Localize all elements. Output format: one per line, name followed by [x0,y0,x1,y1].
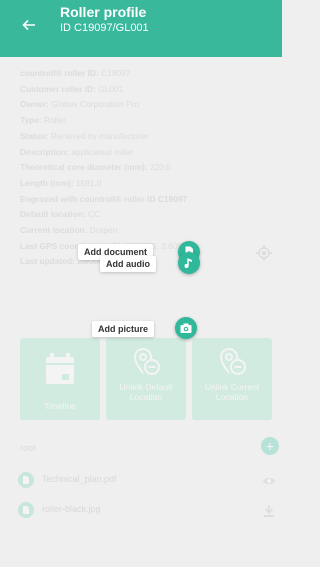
download-icon[interactable] [262,504,276,517]
detail-value: Globex Corporation Pro [51,99,140,110]
detail-value: 220.0 [149,162,171,173]
detail-value: Dorpen [89,225,118,236]
detail-label: Status: [20,130,49,141]
detail-row: Engraved with countroll® roller ID C1909… [20,192,260,208]
camera-icon[interactable] [175,317,197,339]
detail-row: Status: Received by manufacturer [20,129,260,145]
detail-value: Roller [44,115,66,126]
detail-value: 1581.0 [75,177,102,188]
detail-row: Owner: Globex Corporation Pro [20,97,260,113]
file-item[interactable]: Technical_plan.pdf [18,470,280,490]
detail-label: Length (mm): [20,177,74,188]
add-audio-label[interactable]: Add audio [100,256,156,272]
detail-label: Current location: [20,225,88,236]
file-icon [18,472,34,488]
detail-label: Description: [20,146,69,157]
detail-value: C19097 [101,68,131,78]
detail-row: countroll® roller ID: C19097 [20,66,260,82]
detail-value: C19097 [157,193,188,204]
detail-row: Type: Roller [20,113,260,129]
detail-value: applicateur roller [71,146,134,157]
detail-row: Description: applicateur roller [20,145,260,161]
timeline-tile[interactable]: Timeline [20,338,100,420]
detail-label: Customer roller ID: [20,83,96,94]
folder-name: root [20,443,36,453]
app-header: Roller profile ID C19097/GL001 [0,0,282,57]
detail-value: Received by manufacturer [50,130,149,141]
location-remove-icon [219,348,246,375]
detail-label: Type: [20,115,42,126]
detail-row: Default location: CC [20,207,260,223]
detail-label: Last updated: [20,256,75,267]
detail-label: Default location: [20,209,86,220]
tile-label: Timeline [44,401,76,411]
action-tiles: Timeline Unlink Default Location Unlink … [20,338,272,420]
detail-row: Customer roller ID: GL001 [20,82,260,98]
add-picture-label[interactable]: Add picture [92,321,155,337]
detail-row: Theoretical core diameter (mm): 220.0 [20,160,260,176]
detail-label: Theoretical core diameter (mm): [20,162,148,173]
arrow-left-icon[interactable] [22,18,42,38]
music-note-icon[interactable] [178,252,200,274]
calendar-icon [46,353,74,384]
file-name: roller-black.jpg [42,504,101,514]
location-remove-icon [133,348,160,375]
detail-label: countroll® roller ID: [20,68,99,78]
tile-label: Unlink Default Location [119,382,173,402]
file-name: Technical_plan.pdf [42,474,117,484]
page-subtitle: ID C19097/GL001 [60,22,149,34]
eye-icon[interactable] [262,474,276,486]
page-title: Roller profile [60,4,147,20]
file-item[interactable]: roller-black.jpg [18,500,280,520]
gps-target-icon[interactable] [256,245,272,261]
detail-label: Engraved with countroll® roller ID [20,193,156,204]
tile-label: Unlink Current Location [204,382,260,402]
detail-value: CC [87,209,101,220]
plus-icon[interactable]: + [261,437,279,455]
file-icon [18,502,34,518]
detail-label: Owner: [20,99,49,110]
unlink-current-location-tile[interactable]: Unlink Current Location [192,338,272,420]
detail-row: Current location: Dorpen [20,223,260,239]
unlink-default-location-tile[interactable]: Unlink Default Location [106,338,186,420]
roller-details: countroll® roller ID: C19097 Customer ro… [20,66,260,270]
detail-row: Length (mm): 1581.0 [20,176,260,192]
detail-value: GL001 [98,83,124,94]
